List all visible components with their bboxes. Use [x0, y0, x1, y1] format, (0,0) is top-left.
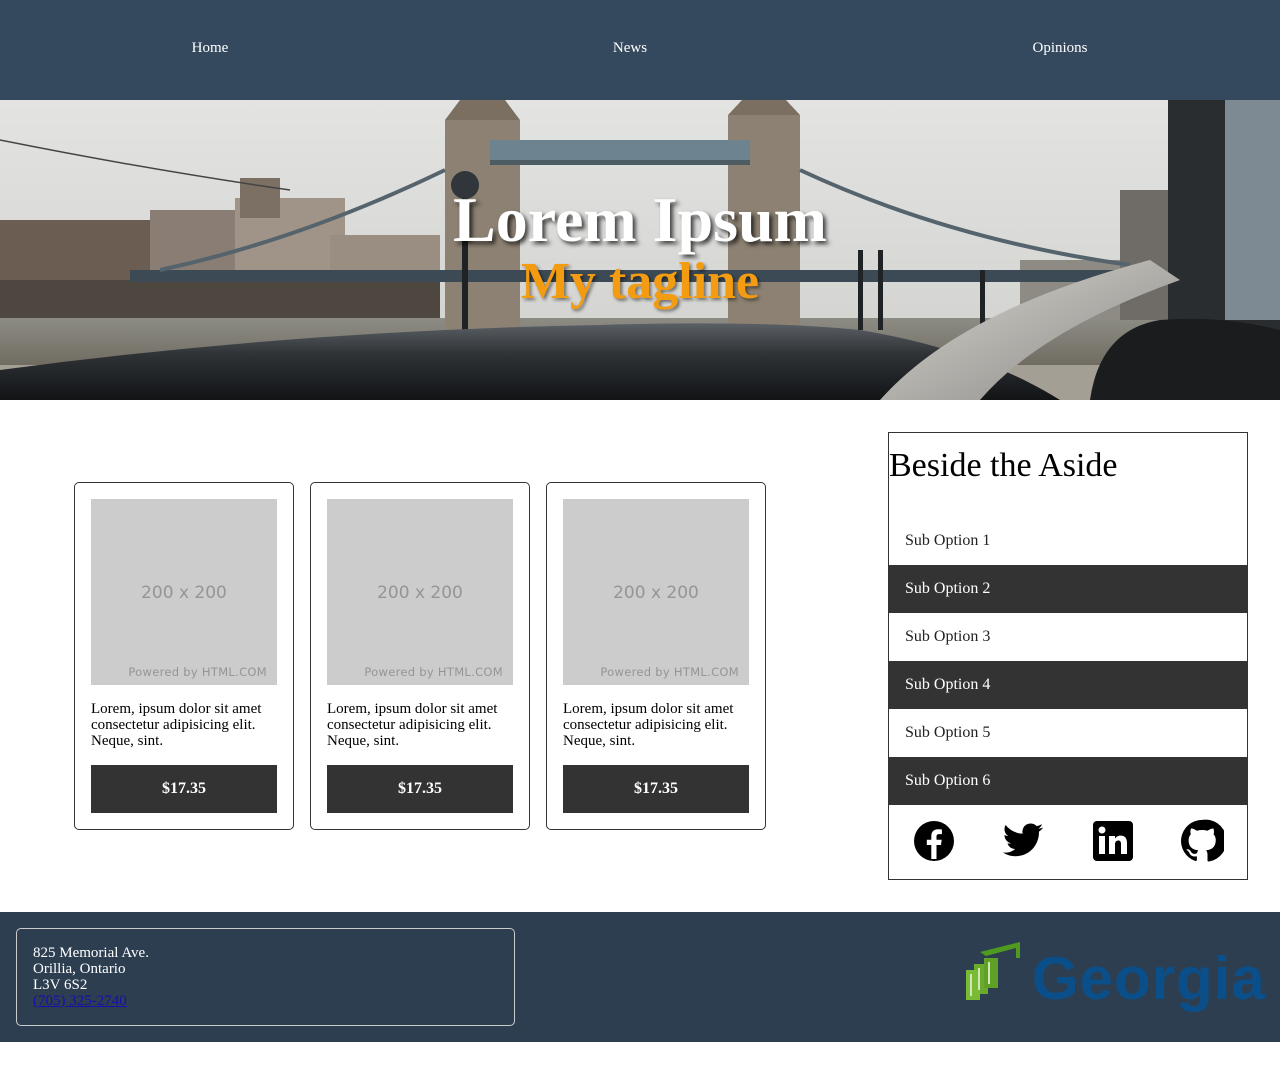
contact-address: 825 Memorial Ave. Orillia, Ontario L3V 6…	[16, 928, 515, 1026]
image-credit-label: Powered by HTML.COM	[128, 665, 267, 679]
linkedin-icon[interactable]	[1091, 819, 1135, 863]
image-dimensions-label: 200 x 200	[613, 583, 699, 603]
address-postal-code: L3V 6S2	[33, 977, 88, 993]
product-card: 200 x 200 Powered by HTML.COM Lorem, ips…	[74, 482, 294, 830]
hero-banner: Lorem Ipsum My tagline	[0, 100, 1280, 400]
price-button[interactable]: $17.35	[327, 765, 513, 813]
nav-home-link[interactable]: Home	[192, 40, 229, 57]
image-dimensions-label: 200 x 200	[141, 583, 227, 603]
image-dimensions-label: 200 x 200	[377, 583, 463, 603]
product-image-placeholder: 200 x 200 Powered by HTML.COM	[91, 499, 277, 685]
sidebar: Beside the Aside Sub Option 1 Sub Option…	[888, 432, 1248, 880]
site-title: Lorem Ipsum	[453, 184, 827, 255]
georgian-logo[interactable]: Georgian	[962, 936, 1280, 1018]
product-description: Lorem, ipsum dolor sit amet consectetur …	[91, 701, 262, 749]
product-description: Lorem, ipsum dolor sit amet consectetur …	[563, 701, 734, 749]
product-image-placeholder: 200 x 200 Powered by HTML.COM	[563, 499, 749, 685]
facebook-icon[interactable]	[912, 819, 956, 863]
sub-options-list: Sub Option 1 Sub Option 2 Sub Option 3 S…	[889, 517, 1247, 805]
twitter-icon[interactable]	[1001, 819, 1045, 863]
product-card: 200 x 200 Powered by HTML.COM Lorem, ips…	[310, 482, 530, 830]
sub-option-4[interactable]: Sub Option 4	[889, 661, 1247, 709]
svg-text:Georgian: Georgian	[1032, 945, 1268, 1012]
sub-option-1[interactable]: Sub Option 1	[889, 517, 1247, 565]
site-footer: 825 Memorial Ave. Orillia, Ontario L3V 6…	[0, 912, 1280, 1042]
phone-link[interactable]: (705) 325-2740	[33, 993, 127, 1009]
address-city: Orillia, Ontario	[33, 961, 126, 977]
sidebar-title: Beside the Aside	[889, 447, 1118, 484]
top-nav: Home News Opinions	[0, 0, 1280, 100]
sub-option-6[interactable]: Sub Option 6	[889, 757, 1247, 805]
sub-option-5[interactable]: Sub Option 5	[889, 709, 1247, 757]
sub-option-3[interactable]: Sub Option 3	[889, 613, 1247, 661]
product-image-placeholder: 200 x 200 Powered by HTML.COM	[327, 499, 513, 685]
sub-option-2[interactable]: Sub Option 2	[889, 565, 1247, 613]
nav-news-link[interactable]: News	[613, 40, 647, 57]
image-credit-label: Powered by HTML.COM	[600, 665, 739, 679]
product-description: Lorem, ipsum dolor sit amet consectetur …	[327, 701, 498, 749]
price-button[interactable]: $17.35	[563, 765, 749, 813]
price-button[interactable]: $17.35	[91, 765, 277, 813]
address-street: 825 Memorial Ave.	[33, 945, 149, 961]
product-card: 200 x 200 Powered by HTML.COM Lorem, ips…	[546, 482, 766, 830]
github-icon[interactable]	[1180, 819, 1227, 863]
social-links	[889, 805, 1247, 877]
georgian-logo-mark: Georgian	[966, 942, 1280, 1012]
nav-opinions-link[interactable]: Opinions	[1032, 40, 1087, 57]
image-credit-label: Powered by HTML.COM	[364, 665, 503, 679]
site-tagline: My tagline	[520, 253, 760, 310]
